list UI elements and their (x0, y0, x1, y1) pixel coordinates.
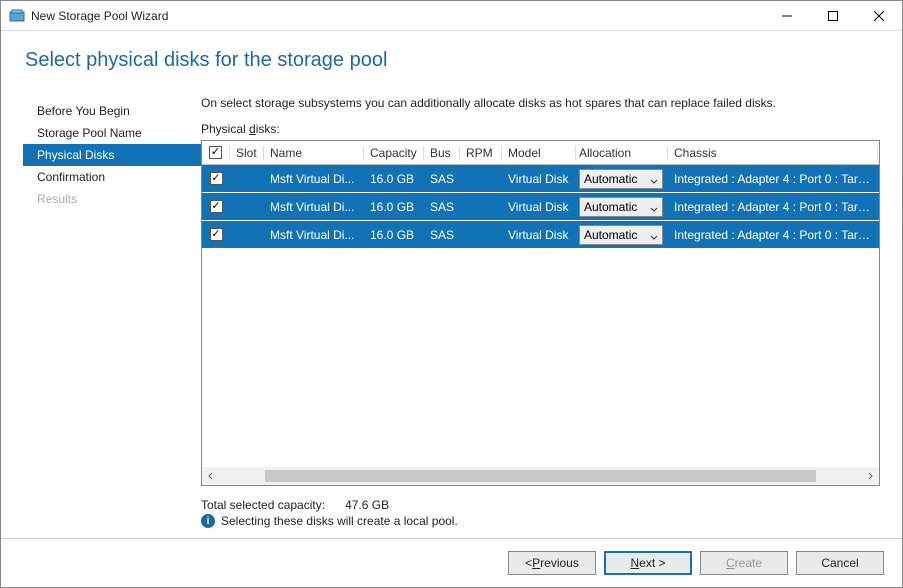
wizard-steps: Before You Begin Storage Pool Name Physi… (23, 96, 201, 528)
cancel-button[interactable]: Cancel (796, 551, 884, 575)
row-checkbox[interactable] (210, 228, 223, 241)
header-rpm[interactable]: RPM (460, 146, 502, 160)
allocation-dropdown[interactable]: Automatic (579, 225, 663, 245)
window-controls (764, 1, 902, 31)
step-confirmation[interactable]: Confirmation (23, 166, 201, 188)
total-capacity-value: 47.6 GB (345, 498, 389, 512)
header-name[interactable]: Name (264, 146, 364, 160)
step-physical-disks[interactable]: Physical Disks (23, 144, 201, 166)
row-checkbox[interactable] (210, 200, 223, 213)
cell-name: Msft Virtual Di... (264, 172, 364, 186)
cell-model: Virtual Disk (502, 172, 576, 186)
wizard-window: New Storage Pool Wizard Select physical … (0, 0, 903, 588)
select-all-checkbox[interactable] (209, 146, 222, 159)
header-allocation[interactable]: Allocation (576, 146, 668, 160)
header-checkbox-cell[interactable] (202, 146, 230, 159)
table-row[interactable]: Msft Virtual Di... 16.0 GB SAS Virtual D… (202, 165, 879, 193)
cell-model: Virtual Disk (502, 200, 576, 214)
chevron-down-icon (650, 231, 658, 245)
step-results: Results (23, 188, 201, 210)
total-capacity-label: Total selected capacity: (201, 498, 325, 512)
cell-capacity: 16.0 GB (364, 172, 424, 186)
next-button[interactable]: Next >Next (604, 551, 692, 575)
disks-label: Physical disks: (201, 122, 880, 136)
close-button[interactable] (856, 1, 902, 31)
table-row[interactable]: Msft Virtual Di... 16.0 GB SAS Virtual D… (202, 221, 879, 249)
cell-name: Msft Virtual Di... (264, 200, 364, 214)
maximize-button[interactable] (810, 1, 856, 31)
summary-area: Total selected capacity: 47.6 GB i Selec… (201, 496, 880, 528)
titlebar: New Storage Pool Wizard (1, 1, 902, 31)
scroll-right-icon[interactable] (863, 469, 877, 483)
cell-chassis: Integrated : Adapter 4 : Port 0 : Target… (668, 228, 878, 242)
horizontal-scrollbar[interactable] (202, 467, 879, 485)
cell-bus: SAS (424, 200, 460, 214)
disks-grid: Slot Name Capacity Bus RPM Model Allocat… (201, 140, 880, 486)
create-button: CreateCreate (700, 551, 788, 575)
header-bus[interactable]: Bus (424, 146, 460, 160)
cell-chassis: Integrated : Adapter 4 : Port 0 : Target… (668, 200, 878, 214)
page-title: Select physical disks for the storage po… (23, 49, 880, 96)
step-before-you-begin[interactable]: Before You Begin (23, 100, 201, 122)
grid-body: Msft Virtual Di... 16.0 GB SAS Virtual D… (202, 165, 879, 467)
cell-bus: SAS (424, 228, 460, 242)
step-storage-pool-name[interactable]: Storage Pool Name (23, 122, 201, 144)
chevron-down-icon (650, 203, 658, 217)
cell-capacity: 16.0 GB (364, 200, 424, 214)
scrollbar-thumb[interactable] (265, 470, 817, 482)
window-title: New Storage Pool Wizard (31, 9, 168, 23)
table-row[interactable]: Msft Virtual Di... 16.0 GB SAS Virtual D… (202, 193, 879, 221)
previous-button[interactable]: < PPreviousrevious (508, 551, 596, 575)
info-text: Selecting these disks will create a loca… (221, 514, 458, 528)
description-text: On select storage subsystems you can add… (201, 96, 880, 110)
header-slot[interactable]: Slot (230, 146, 264, 160)
cell-bus: SAS (424, 172, 460, 186)
allocation-dropdown[interactable]: Automatic (579, 169, 663, 189)
main-panel: On select storage subsystems you can add… (201, 96, 880, 528)
header-chassis[interactable]: Chassis (668, 146, 878, 160)
header-model[interactable]: Model (502, 146, 576, 160)
cell-model: Virtual Disk (502, 228, 576, 242)
wizard-footer: < PPreviousrevious Next >Next CreateCrea… (1, 538, 902, 587)
minimize-button[interactable] (764, 1, 810, 31)
row-checkbox[interactable] (210, 172, 223, 185)
allocation-dropdown[interactable]: Automatic (579, 197, 663, 217)
cell-capacity: 16.0 GB (364, 228, 424, 242)
cell-name: Msft Virtual Di... (264, 228, 364, 242)
header-capacity[interactable]: Capacity (364, 146, 424, 160)
chevron-down-icon (650, 175, 658, 189)
scroll-left-icon[interactable] (204, 469, 218, 483)
info-icon: i (201, 514, 215, 528)
app-icon (9, 8, 25, 24)
cell-chassis: Integrated : Adapter 4 : Port 0 : Target… (668, 172, 878, 186)
grid-header: Slot Name Capacity Bus RPM Model Allocat… (202, 141, 879, 165)
